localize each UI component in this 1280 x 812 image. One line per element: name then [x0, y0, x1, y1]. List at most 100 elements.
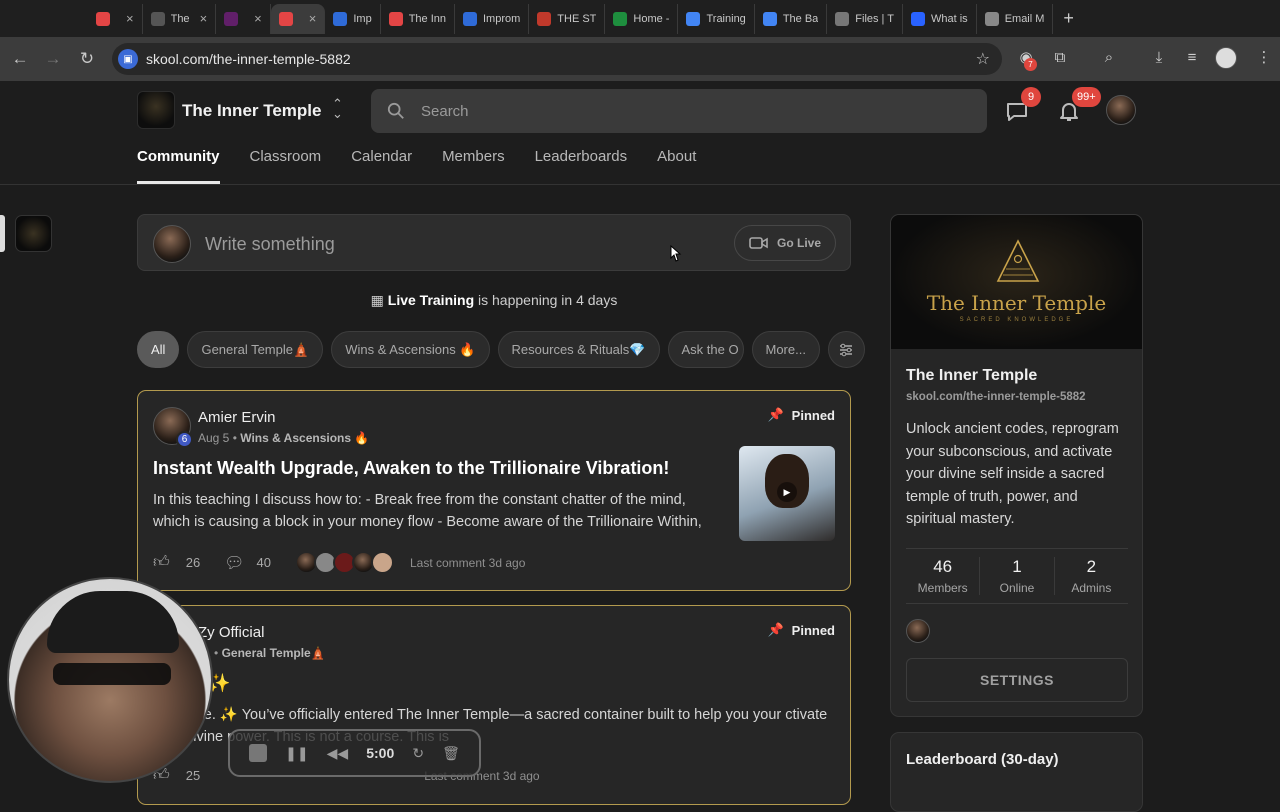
tab-classroom[interactable]: Classroom — [250, 148, 322, 184]
tab-title: Files | T — [855, 12, 894, 25]
video-thumbnail[interactable]: ▶ — [739, 446, 835, 541]
rewind-icon[interactable]: ◀◀ — [327, 745, 349, 762]
filter-chip[interactable]: More... — [751, 331, 820, 368]
skool-icon — [388, 11, 403, 26]
browser-tab[interactable]: THE ST — [529, 3, 606, 34]
post-category[interactable]: General Temple🛕 — [222, 646, 326, 660]
author-name[interactable]: Zy Official — [198, 624, 264, 641]
search-icon — [387, 102, 404, 119]
browser-tab[interactable]: Imp — [325, 3, 381, 34]
play-icon[interactable]: ▶ — [777, 482, 797, 502]
record-icon — [96, 11, 110, 26]
site-info-icon[interactable]: ▣ — [118, 49, 138, 69]
composer-placeholder[interactable]: Write something — [205, 234, 335, 255]
close-tab-icon[interactable]: × — [254, 11, 262, 26]
group-logo[interactable] — [137, 91, 175, 129]
tab-title: Home - — [633, 12, 670, 25]
filter-chip[interactable]: General Temple🛕 — [187, 331, 324, 368]
tab-about[interactable]: About — [657, 148, 696, 184]
stop-icon[interactable] — [249, 744, 268, 762]
close-tab-icon[interactable]: × — [309, 11, 317, 26]
tab-leaderboards[interactable]: Leaderboards — [535, 148, 628, 184]
pinned-label: 📌 Pinned — [767, 622, 835, 638]
upcoming-event[interactable]: ▦ Live Training is happening in 4 days — [137, 292, 851, 309]
media-icon[interactable]: ≡ — [1180, 46, 1204, 70]
browser-toolbar: ← → ↻ ▣ skool.com/the-inner-temple-5882 … — [0, 37, 1280, 81]
go-live-button[interactable]: Go Live — [733, 225, 836, 261]
tab-title: THE ST — [557, 12, 597, 25]
sidebar-group-thumb[interactable] — [15, 215, 52, 252]
settings-button[interactable]: SETTINGS — [906, 658, 1128, 702]
browser-tab[interactable]: The × — [143, 3, 217, 34]
restart-icon[interactable]: ↻ — [412, 745, 424, 762]
back-icon[interactable]: ← — [4, 49, 36, 69]
author-name[interactable]: Amier Ervin — [198, 409, 276, 426]
mouse-cursor-icon — [670, 245, 682, 262]
filter-chip[interactable]: All — [137, 331, 180, 368]
event-name[interactable]: Live Training — [388, 292, 474, 308]
stat-online[interactable]: 1 Online — [980, 557, 1055, 595]
tab-community[interactable]: Community — [137, 148, 220, 184]
tab-members[interactable]: Members — [442, 148, 505, 184]
comment-count: 40 — [256, 555, 271, 570]
close-tab-icon[interactable]: × — [200, 11, 208, 26]
stat-admins[interactable]: 2 Admins — [1055, 557, 1128, 595]
browser-tab[interactable]: Files | T — [827, 3, 903, 34]
flow-icon — [463, 11, 477, 26]
group-banner[interactable]: The Inner Temple SACRED KNOWLEDGE — [891, 215, 1142, 349]
pause-icon[interactable]: ❚❚ — [285, 745, 308, 762]
webcam-overlay[interactable] — [7, 577, 213, 783]
pin-icon: 📌 — [767, 622, 784, 637]
post-title[interactable]: Instant Wealth Upgrade, Awaken to the Tr… — [153, 458, 669, 479]
extension-icon[interactable]: ◉ 7 — [1014, 46, 1038, 71]
user-avatar[interactable] — [1106, 95, 1136, 125]
like-icon[interactable]: 👍︎ — [153, 553, 170, 572]
trash-icon[interactable]: 🗑︎ — [442, 745, 460, 762]
commenter-avatar[interactable] — [370, 551, 394, 574]
close-tab-icon[interactable]: × — [126, 11, 134, 26]
search-input[interactable] — [421, 102, 961, 120]
browser-tab[interactable]: The Inn — [381, 3, 455, 34]
puzzle-icon[interactable]: ⧉ — [1048, 46, 1072, 70]
calendar-icon: ▦ — [370, 292, 384, 308]
tab-calendar[interactable]: Calendar — [351, 148, 412, 184]
admin-avatar[interactable] — [906, 619, 930, 643]
filter-chip[interactable]: Ask the O — [667, 331, 744, 368]
profile-avatar[interactable] — [1215, 47, 1237, 69]
stat-members[interactable]: 46 Members — [906, 557, 981, 595]
browser-tab[interactable]: Training — [678, 3, 755, 34]
tab-title: The — [170, 12, 190, 25]
browser-tab[interactable]: × — [88, 3, 143, 34]
like-count: 25 — [185, 768, 201, 783]
lens-icon[interactable]: ⌕ — [1097, 46, 1121, 70]
filter-chip[interactable]: Resources & Rituals💎 — [497, 331, 660, 368]
category-filters: All General Temple🛕 Wins & Ascensions 🔥 Res… — [137, 331, 865, 368]
group-name[interactable]: The Inner Temple — [182, 101, 322, 121]
download-icon[interactable]: ⤓ — [1147, 46, 1171, 70]
browser-tab[interactable]: What is — [903, 3, 977, 34]
reload-icon[interactable]: ↻ — [71, 49, 103, 69]
address-bar[interactable]: ▣ skool.com/the-inner-temple-5882 ☆ — [112, 43, 1002, 75]
bookmark-star-icon[interactable]: ☆ — [976, 49, 990, 69]
menu-icon[interactable]: ⋮ — [1252, 46, 1276, 70]
new-tab-icon[interactable]: + — [1053, 8, 1084, 29]
post-category[interactable]: Wins & Ascensions 🔥 — [240, 431, 369, 445]
group-switcher-icon[interactable]: ⌃ ⌄ — [332, 97, 343, 120]
leaderboard-title[interactable]: Leaderboard (30-day) — [906, 751, 1059, 768]
browser-tab[interactable]: × — [216, 3, 271, 34]
browser-tab[interactable]: Improm — [455, 3, 530, 34]
filter-settings-icon[interactable] — [827, 331, 865, 368]
comment-icon[interactable]: 💬︎ — [224, 553, 244, 573]
post-composer[interactable]: Write something Go Live — [137, 214, 851, 271]
browser-tab[interactable]: × — [270, 3, 326, 34]
search-box[interactable] — [371, 89, 987, 133]
forward-icon[interactable]: → — [37, 49, 69, 69]
filter-chip[interactable]: Wins & Ascensions 🔥 — [331, 331, 490, 368]
docs-icon — [762, 11, 777, 26]
browser-tab[interactable]: The Ba — [755, 3, 828, 34]
post-card[interactable]: 6 Amier Ervin Aug 5 • Wins & Ascensions … — [137, 390, 851, 591]
browser-tab[interactable]: Home - — [605, 3, 679, 34]
about-url[interactable]: skool.com/the-inner-temple-5882 — [906, 391, 1086, 403]
leaderboard-card: Leaderboard (30-day) — [890, 732, 1143, 812]
browser-tab[interactable]: Email M — [977, 3, 1054, 34]
